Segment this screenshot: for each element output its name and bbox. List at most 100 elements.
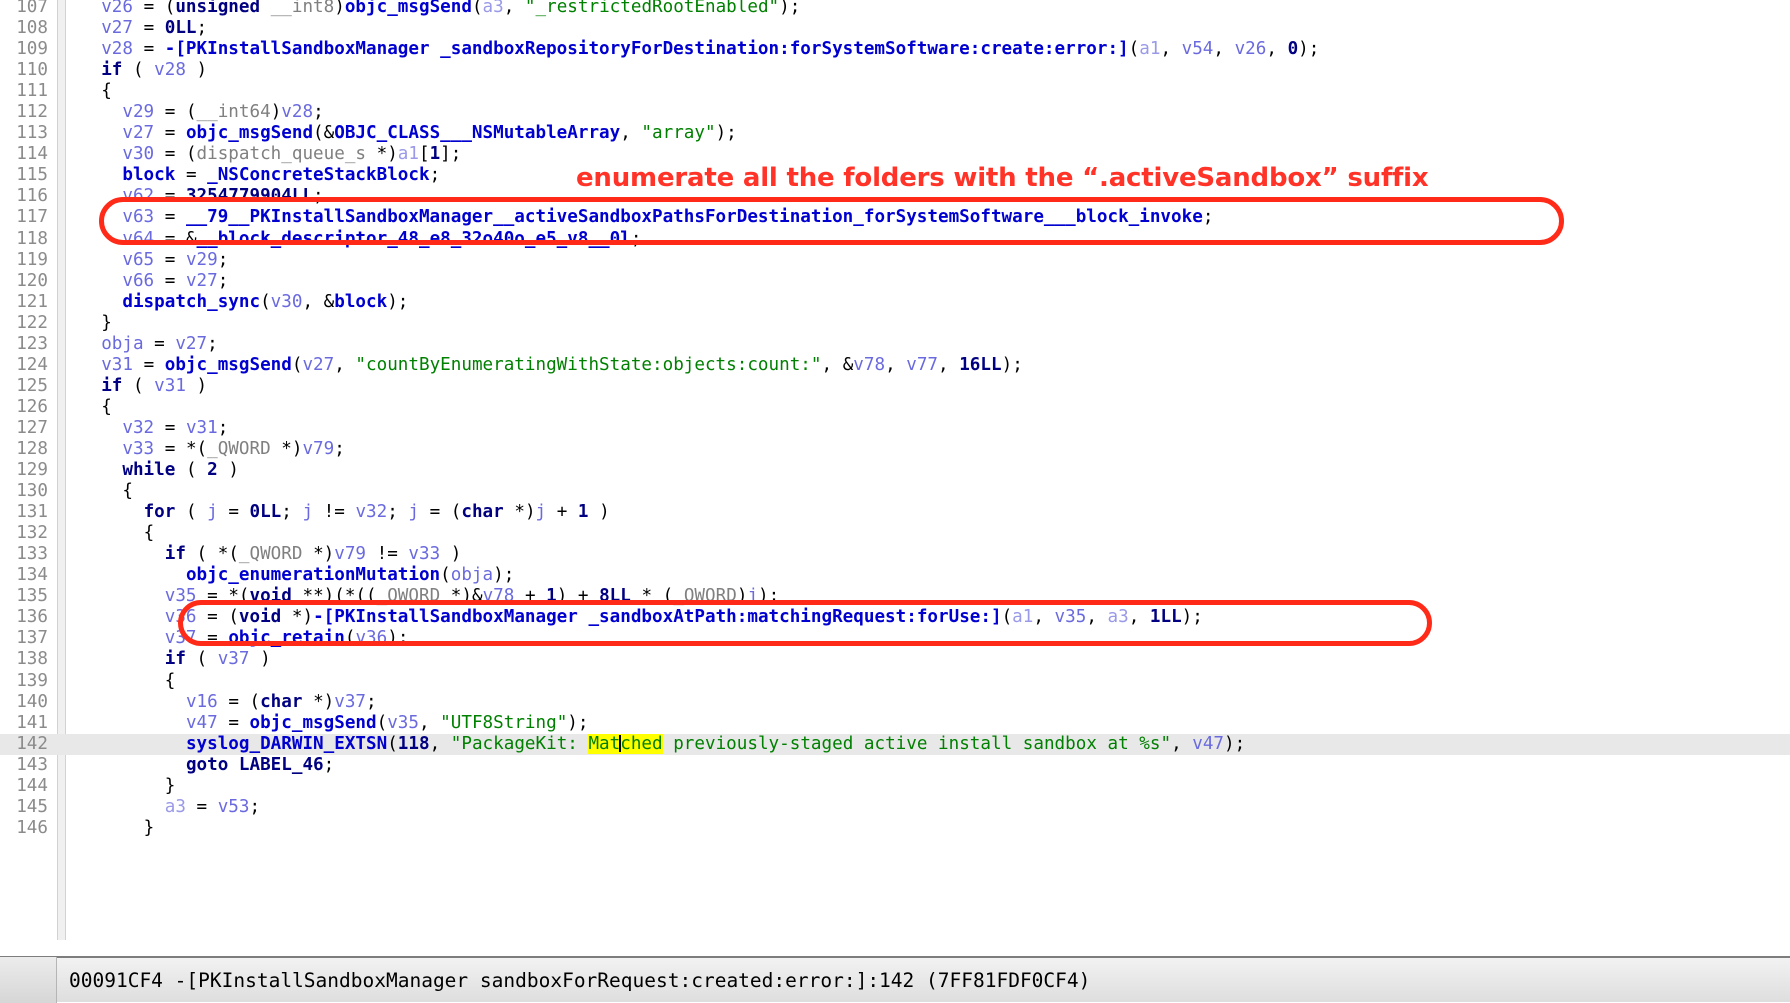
code-line[interactable]: 139 {: [0, 671, 1790, 692]
line-number: 140: [16, 691, 48, 712]
code-line[interactable]: 134 objc_enumerationMutation(obja);: [0, 565, 1790, 586]
code-line-text[interactable]: v36 = (void *)-[PKInstallSandboxManager …: [56, 607, 1203, 628]
code-line[interactable]: 122 }: [0, 313, 1790, 334]
code-line-text[interactable]: v65 = v29;: [56, 250, 228, 271]
line-number: 133: [16, 544, 48, 565]
code-line[interactable]: 118 v64 = &__block_descriptor_48_e8_32o4…: [0, 229, 1790, 250]
code-line[interactable]: 107 v26 = (unsigned __int8)objc_msgSend(…: [0, 0, 1790, 18]
line-number: 129: [16, 460, 48, 481]
code-line-text[interactable]: v37 = objc_retain(v36);: [56, 628, 409, 649]
code-line[interactable]: 109 v28 = -[PKInstallSandboxManager _san…: [0, 39, 1790, 60]
code-line-text[interactable]: }: [56, 818, 155, 839]
code-line-text[interactable]: {: [56, 81, 112, 102]
line-number: 115: [16, 165, 48, 186]
code-line[interactable]: 137 v37 = objc_retain(v36);: [0, 628, 1790, 649]
code-line-text[interactable]: {: [56, 397, 112, 418]
code-line[interactable]: 140 v16 = (char *)v37;: [0, 692, 1790, 713]
code-line-text[interactable]: {: [56, 671, 176, 692]
code-line[interactable]: 133 if ( *(_QWORD *)v79 != v33 ): [0, 544, 1790, 565]
code-line[interactable]: 143 goto LABEL_46;: [0, 755, 1790, 776]
code-line-text[interactable]: v27 = 0LL;: [56, 18, 207, 39]
code-line[interactable]: 127 v32 = v31;: [0, 418, 1790, 439]
line-number: 142: [16, 733, 48, 754]
code-line-text[interactable]: }: [56, 776, 176, 797]
code-line[interactable]: 121 dispatch_sync(v30, &block);: [0, 292, 1790, 313]
code-line-text[interactable]: {: [56, 523, 155, 544]
code-line-text[interactable]: v29 = (__int64)v28;: [56, 102, 323, 123]
code-line[interactable]: 138 if ( v37 ): [0, 649, 1790, 670]
code-line-text[interactable]: while ( 2 ): [56, 460, 239, 481]
code-line-text[interactable]: v28 = -[PKInstallSandboxManager _sandbox…: [56, 39, 1319, 60]
status-bar-gutter: [0, 957, 57, 1003]
selected-word[interactable]: Matched: [588, 733, 663, 754]
code-line[interactable]: 124 v31 = objc_msgSend(v27, "countByEnum…: [0, 355, 1790, 376]
code-line[interactable]: 111 {: [0, 81, 1790, 102]
line-number: 112: [16, 102, 48, 123]
code-line[interactable]: 108 v27 = 0LL;: [0, 18, 1790, 39]
line-number: 107: [16, 0, 48, 17]
line-number: 119: [16, 249, 48, 270]
code-line-text[interactable]: v35 = *(void **)(*((_QWORD *)&v78 + 1) +…: [56, 586, 779, 607]
code-line[interactable]: 129 while ( 2 ): [0, 460, 1790, 481]
code-line[interactable]: 130 {: [0, 481, 1790, 502]
code-line[interactable]: 123 obja = v27;: [0, 334, 1790, 355]
code-line-text[interactable]: objc_enumerationMutation(obja);: [56, 565, 514, 586]
code-line-text[interactable]: v66 = v27;: [56, 271, 228, 292]
code-line-text[interactable]: obja = v27;: [56, 334, 218, 355]
code-line[interactable]: 132 {: [0, 523, 1790, 544]
code-line[interactable]: 116 v62 = 3254779904LL;: [0, 186, 1790, 207]
pseudocode-editor[interactable]: 107 v26 = (unsigned __int8)objc_msgSend(…: [0, 0, 1790, 940]
code-line[interactable]: 117 v63 = __79__PKInstallSandboxManager_…: [0, 207, 1790, 228]
code-line[interactable]: 145 a3 = v53;: [0, 797, 1790, 818]
code-line[interactable]: 112 v29 = (__int64)v28;: [0, 102, 1790, 123]
code-line-text[interactable]: if ( v31 ): [56, 376, 207, 397]
code-line-text[interactable]: syslog_DARWIN_EXTSN(118, "PackageKit: Ma…: [56, 733, 1245, 755]
line-number: 108: [16, 18, 48, 39]
code-line[interactable]: 113 v27 = objc_msgSend(&OBJC_CLASS___NSM…: [0, 123, 1790, 144]
line-number: 146: [16, 817, 48, 838]
code-line-text[interactable]: }: [56, 313, 112, 334]
code-line-text[interactable]: v62 = 3254779904LL;: [56, 186, 323, 207]
code-line-text[interactable]: for ( j = 0LL; j != v32; j = (char *)j +…: [56, 502, 610, 523]
code-line[interactable]: 119 v65 = v29;: [0, 250, 1790, 271]
code-line[interactable]: 110 if ( v28 ): [0, 60, 1790, 81]
code-line[interactable]: 126 {: [0, 397, 1790, 418]
code-line[interactable]: 146 }: [0, 818, 1790, 839]
line-number: 125: [16, 375, 48, 396]
code-line-text[interactable]: dispatch_sync(v30, &block);: [56, 292, 408, 313]
code-line[interactable]: 135 v35 = *(void **)(*((_QWORD *)&v78 + …: [0, 586, 1790, 607]
code-line-text[interactable]: goto LABEL_46;: [56, 755, 334, 776]
code-line-text[interactable]: v64 = &__block_descriptor_48_e8_32o40o_e…: [56, 229, 641, 250]
code-line-text[interactable]: if ( *(_QWORD *)v79 != v33 ): [56, 544, 462, 565]
code-line-text[interactable]: v26 = (unsigned __int8)objc_msgSend(a3, …: [56, 0, 800, 18]
code-line[interactable]: 144 }: [0, 776, 1790, 797]
code-line-text[interactable]: a3 = v53;: [56, 797, 260, 818]
code-line-text[interactable]: {: [56, 481, 133, 502]
line-number: 109: [16, 39, 48, 60]
code-line[interactable]: 128 v33 = *(_QWORD *)v79;: [0, 439, 1790, 460]
code-line-text[interactable]: v63 = __79__PKInstallSandboxManager__act…: [56, 207, 1213, 228]
code-line[interactable]: 131 for ( j = 0LL; j != v32; j = (char *…: [0, 502, 1790, 523]
code-line-text[interactable]: v30 = (dispatch_queue_s *)a1[1];: [56, 144, 461, 165]
code-line[interactable]: 114 v30 = (dispatch_queue_s *)a1[1];: [0, 144, 1790, 165]
code-line-text[interactable]: v31 = objc_msgSend(v27, "countByEnumerat…: [56, 355, 1023, 376]
code-line-text[interactable]: v16 = (char *)v37;: [56, 692, 377, 713]
code-line[interactable]: 120 v66 = v27;: [0, 271, 1790, 292]
code-line[interactable]: 125 if ( v31 ): [0, 376, 1790, 397]
line-number: 120: [16, 270, 48, 291]
code-line-text[interactable]: v33 = *(_QWORD *)v79;: [56, 439, 344, 460]
code-line[interactable]: 141 v47 = objc_msgSend(v35, "UTF8String"…: [0, 713, 1790, 734]
code-line-text[interactable]: v47 = objc_msgSend(v35, "UTF8String");: [56, 713, 589, 734]
code-line-text[interactable]: block = _NSConcreteStackBlock;: [56, 165, 440, 186]
code-line[interactable]: 142 syslog_DARWIN_EXTSN(118, "PackageKit…: [0, 733, 1790, 755]
code-line-text[interactable]: v32 = v31;: [56, 418, 228, 439]
code-line[interactable]: 115 block = _NSConcreteStackBlock;: [0, 165, 1790, 186]
line-number: 135: [16, 586, 48, 607]
line-number: 126: [16, 396, 48, 417]
code-line-text[interactable]: v27 = objc_msgSend(&OBJC_CLASS___NSMutab…: [56, 123, 736, 144]
code-line[interactable]: 136 v36 = (void *)-[PKInstallSandboxMana…: [0, 607, 1790, 628]
code-line-text[interactable]: if ( v28 ): [56, 60, 207, 81]
line-number: 121: [16, 291, 48, 312]
code-line-text[interactable]: if ( v37 ): [56, 649, 271, 670]
code-line-list[interactable]: 107 v26 = (unsigned __int8)objc_msgSend(…: [0, 0, 1790, 839]
